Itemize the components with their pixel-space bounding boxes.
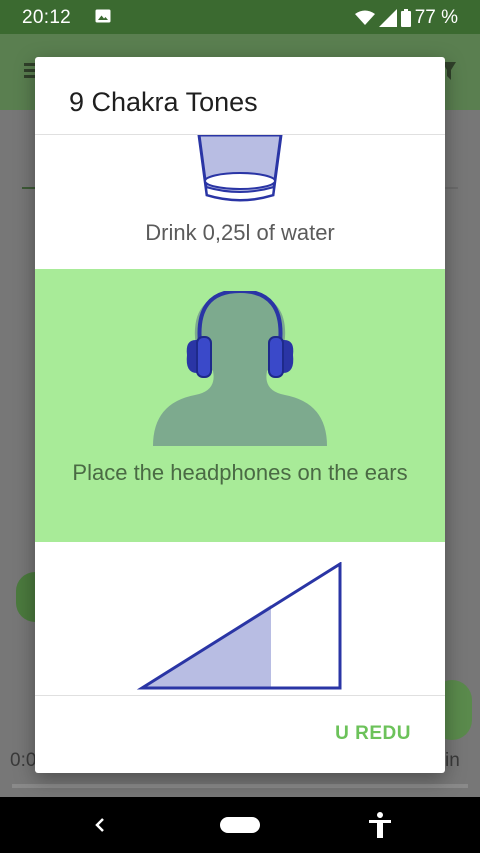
- status-icons: 77 %: [354, 7, 458, 29]
- home-button[interactable]: [220, 817, 260, 833]
- dialog-scroll-content[interactable]: Drink 0,25l of water Place the headphone…: [35, 135, 445, 695]
- step-drink-water: Drink 0,25l of water: [35, 135, 445, 269]
- status-bar: 20:12 77 %: [0, 0, 480, 34]
- elapsed-time: 0:0: [10, 750, 37, 771]
- image-icon: [95, 9, 111, 23]
- water-glass-icon: [197, 135, 283, 202]
- accessibility-icon[interactable]: [368, 811, 392, 839]
- step-headphones: Place the headphones on the ears: [35, 269, 445, 542]
- step-text: Drink 0,25l of water: [145, 220, 335, 245]
- instructions-dialog: 9 Chakra Tones Drink 0,25l of water Plac…: [35, 57, 445, 773]
- tab-indicator-secondary: [444, 187, 458, 189]
- progress-track: [12, 784, 468, 788]
- dialog-title: 9 Chakra Tones: [69, 87, 258, 117]
- divider: [35, 695, 445, 696]
- battery-icon: [400, 9, 411, 27]
- ok-button[interactable]: U REDU: [335, 723, 411, 745]
- step-volume: [35, 542, 445, 695]
- back-icon[interactable]: [90, 815, 110, 835]
- volume-level-icon: [136, 562, 342, 690]
- tab-indicator: [22, 187, 36, 189]
- step-text: Place the headphones on the ears: [72, 460, 408, 485]
- status-time: 20:12: [22, 7, 72, 28]
- wifi-icon: [354, 10, 375, 25]
- headphones-person-icon: [153, 291, 327, 446]
- total-time: in: [445, 750, 460, 771]
- signal-icon: [378, 9, 397, 27]
- navigation-bar: [0, 797, 480, 853]
- battery-percent: 77 %: [414, 7, 458, 28]
